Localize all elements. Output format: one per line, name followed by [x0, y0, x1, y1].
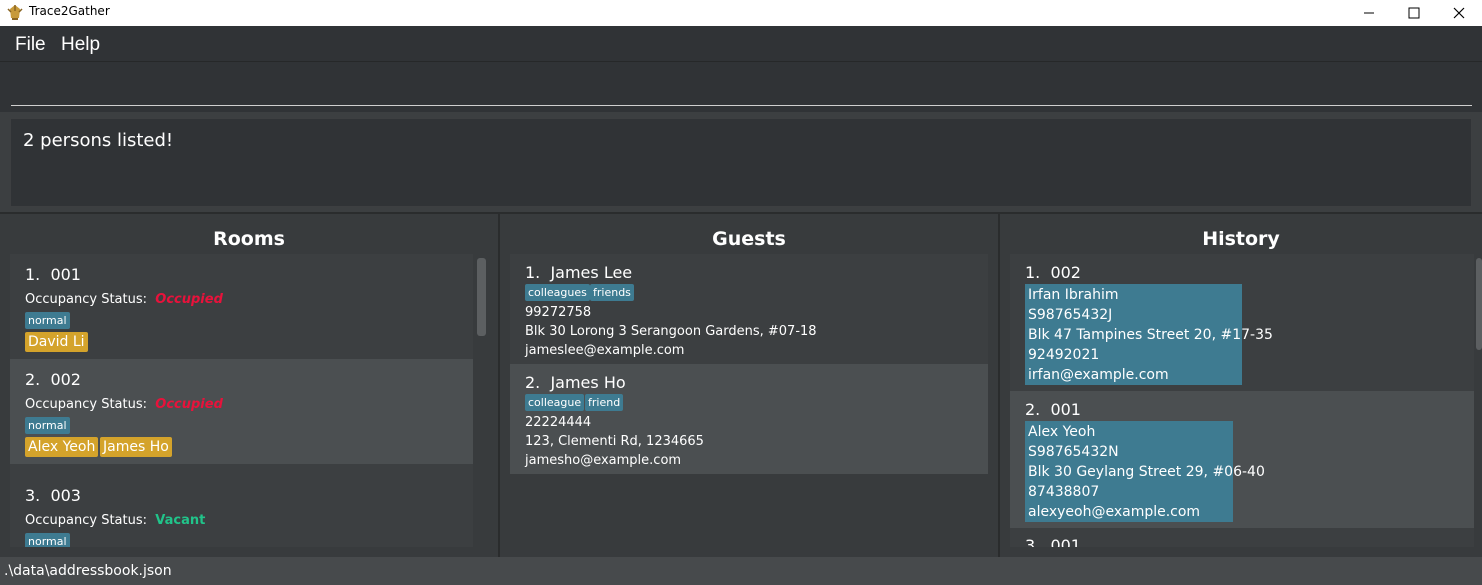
guest-tag-label: colleagues	[525, 284, 590, 301]
occupancy-status: Occupancy Status: Occupied	[25, 292, 223, 307]
history-guest-details: Alex Yeoh S98765432N Blk 30 Geylang Stre…	[1025, 421, 1265, 522]
result-text: 2 persons listed!	[23, 130, 174, 151]
rooms-scrollbar[interactable]	[477, 258, 486, 336]
guest-tag-label: friends	[590, 284, 634, 301]
history-guest-id: S98765432J	[1028, 307, 1113, 323]
history-card-2[interactable]: 2. 001 Alex Yeoh S98765432N Blk 30 Geyla…	[1010, 391, 1474, 528]
history-title: History	[1202, 228, 1280, 250]
guest-tag-label: colleague	[525, 394, 585, 411]
guest-name: 1. James Lee	[525, 263, 633, 282]
close-button[interactable]	[1436, 0, 1482, 26]
room-tag: normal	[25, 312, 70, 329]
status-bar: .\data\addressbook.json	[0, 557, 1482, 585]
command-input[interactable]	[11, 70, 1472, 106]
history-guest-details: Irfan Ibrahim S98765432J Blk 47 Tampines…	[1025, 284, 1273, 385]
history-guest-address: Blk 47 Tampines Street 20, #17-35	[1028, 327, 1273, 343]
history-guest-phone: 87438807	[1028, 484, 1100, 500]
guest-tag-label: friend	[585, 394, 624, 411]
close-icon	[1453, 7, 1465, 19]
occupancy-status: Occupancy Status: Vacant	[25, 513, 206, 528]
history-guest-name: Alex Yeoh	[1028, 424, 1096, 440]
guests-title: Guests	[712, 228, 786, 250]
app-logo-icon	[7, 5, 23, 20]
room-card-2[interactable]: 2. 002 Occupancy Status: Occupied normal…	[10, 359, 473, 464]
room-index: 2. 002	[25, 370, 81, 389]
history-card-3[interactable]: 3. 001	[1010, 528, 1474, 547]
guest-phone: 99272758	[525, 305, 592, 320]
maximize-icon	[1408, 7, 1420, 19]
room-card-3[interactable]: 3. 003 Occupancy Status: Vacant normal	[10, 464, 473, 547]
guest-address: 123, Clementi Rd, 1234665	[525, 434, 704, 449]
rooms-title: Rooms	[213, 228, 285, 250]
guest-tag: James Ho	[100, 437, 172, 457]
history-card-1[interactable]: 1. 002 Irfan Ibrahim S98765432J Blk 47 T…	[1010, 254, 1474, 391]
history-guest-address: Blk 30 Geylang Street 29, #06-40	[1028, 464, 1265, 480]
guest-email: jameslee@example.com	[525, 343, 685, 358]
history-room: 2. 001	[1025, 400, 1081, 419]
guest-name: 2. James Ho	[525, 373, 626, 392]
history-guest-id: S98765432N	[1028, 444, 1119, 460]
room-tag: normal	[25, 417, 70, 434]
guests-panel: Guests 1. James Lee colleagues friends 9…	[500, 214, 998, 557]
window-title: Trace2Gather	[29, 4, 110, 18]
status-occupied: Occupied	[155, 397, 223, 412]
menu-bar: File Help	[0, 26, 1482, 62]
menu-file[interactable]: File	[15, 34, 46, 56]
status-vacant: Vacant	[155, 513, 206, 528]
result-display: 2 persons listed!	[10, 118, 1472, 207]
room-index: 1. 001	[25, 265, 81, 284]
file-path: .\data\addressbook.json	[4, 563, 172, 579]
guest-tag: David Li	[25, 332, 88, 352]
minimize-icon	[1364, 12, 1374, 14]
minimize-button[interactable]	[1346, 0, 1392, 26]
guest-email: jamesho@example.com	[525, 453, 682, 468]
menu-help[interactable]: Help	[61, 34, 100, 56]
history-guest-email: irfan@example.com	[1028, 367, 1169, 383]
history-scrollbar[interactable]	[1476, 258, 1482, 350]
guest-address: Blk 30 Lorong 3 Serangoon Gardens, #07-1…	[525, 324, 817, 339]
maximize-button[interactable]	[1391, 0, 1437, 26]
history-guest-name: Irfan Ibrahim	[1028, 287, 1119, 303]
history-room: 1. 002	[1025, 263, 1081, 282]
guest-tag: Alex Yeoh	[25, 437, 99, 457]
history-guest-email: alexyeoh@example.com	[1028, 504, 1201, 520]
command-box	[0, 62, 1482, 112]
room-tag: normal	[25, 533, 70, 547]
guest-phone: 22224444	[525, 415, 592, 430]
room-card-1[interactable]: 1. 001 Occupancy Status: Occupied normal…	[10, 254, 473, 359]
history-panel: History 1. 002 Irfan Ibrahim S98765432J …	[1000, 214, 1482, 557]
rooms-panel: Rooms 1. 001 Occupancy Status: Occupied …	[0, 214, 498, 557]
room-index: 3. 003	[25, 486, 81, 505]
history-room: 3. 001	[1025, 536, 1081, 547]
guest-card-1[interactable]: 1. James Lee colleagues friends 99272758…	[510, 254, 988, 364]
guest-card-2[interactable]: 2. James Ho colleague friend 22224444 12…	[510, 364, 988, 474]
title-bar: Trace2Gather	[0, 0, 1482, 26]
status-occupied: Occupied	[155, 292, 223, 307]
occupancy-status: Occupancy Status: Occupied	[25, 397, 223, 412]
history-guest-phone: 92492021	[1028, 347, 1100, 363]
